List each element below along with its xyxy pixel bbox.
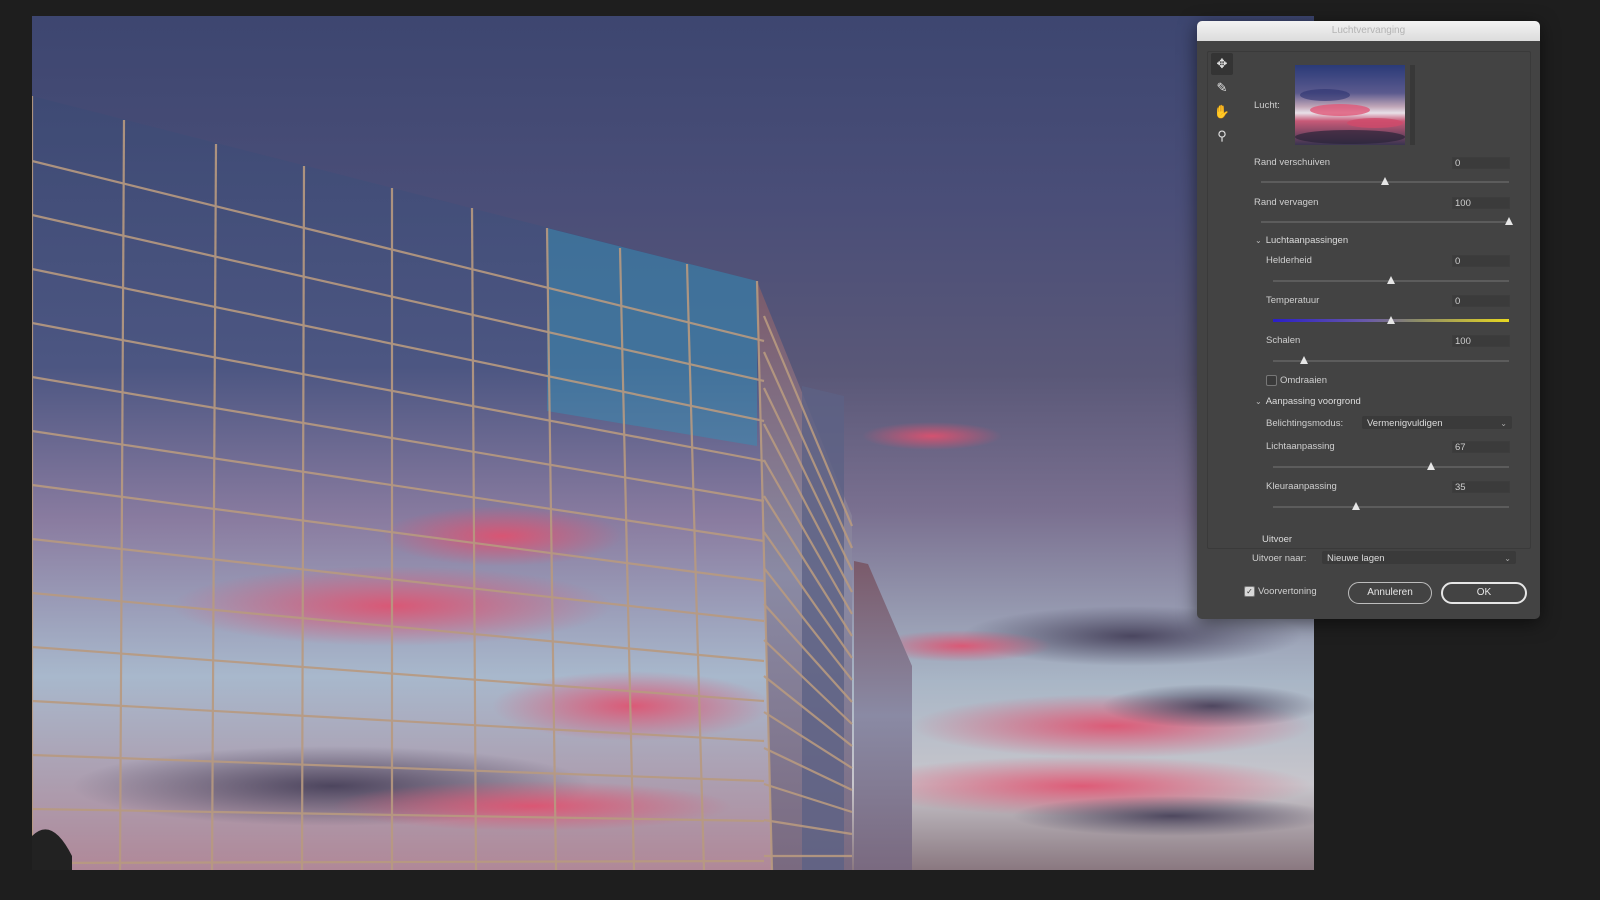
- brightness-value[interactable]: 0: [1452, 255, 1510, 267]
- lighting-label: Lichtaanpassing: [1266, 441, 1335, 452]
- preview-label: Voorvertoning: [1258, 586, 1317, 597]
- color-adjust-track[interactable]: [1273, 506, 1509, 508]
- sky-thumbnail-scrollbar[interactable]: [1410, 65, 1415, 145]
- foreground-section[interactable]: ⌄ Aanpassing voorgrond: [1255, 396, 1361, 407]
- color-adjust-thumb[interactable]: [1351, 502, 1360, 510]
- chevron-down-icon: ⌄: [1255, 236, 1262, 245]
- temperature-value[interactable]: 0: [1452, 295, 1510, 307]
- flip-checkbox[interactable]: [1266, 375, 1277, 386]
- color-adjust-value[interactable]: 35: [1452, 481, 1510, 493]
- fade-edge-track[interactable]: [1261, 221, 1509, 223]
- flip-label: Omdraaien: [1280, 375, 1327, 386]
- scale-track[interactable]: [1273, 360, 1509, 362]
- fade-edge-value[interactable]: 100: [1452, 197, 1510, 209]
- sky-photo: [32, 96, 1314, 870]
- cancel-button[interactable]: Annuleren: [1348, 582, 1432, 604]
- blend-mode-label: Belichtingsmodus:: [1266, 418, 1344, 429]
- foreground-heading: Aanpassing voorgrond: [1265, 396, 1361, 407]
- sky-thumbnail[interactable]: [1295, 65, 1405, 145]
- shift-edge-value[interactable]: 0: [1452, 157, 1510, 169]
- chevron-down-icon: ⌄: [1500, 419, 1507, 428]
- fade-edge-label: Rand vervagen: [1254, 197, 1319, 208]
- move-icon[interactable]: ✥: [1211, 53, 1233, 75]
- scale-thumb[interactable]: [1299, 356, 1308, 364]
- output-to-select[interactable]: Nieuwe lagen ⌄: [1322, 551, 1516, 564]
- ok-button[interactable]: OK: [1441, 582, 1527, 604]
- zoom-icon[interactable]: ⚲: [1211, 125, 1233, 147]
- output-heading: Uitvoer: [1262, 534, 1293, 545]
- brush-icon[interactable]: ✎: [1211, 77, 1233, 99]
- blend-mode-value: Vermenigvuldigen: [1367, 418, 1443, 429]
- image-canvas[interactable]: [32, 16, 1314, 870]
- hand-icon[interactable]: ✋: [1211, 101, 1233, 123]
- temperature-label: Temperatuur: [1266, 295, 1320, 306]
- brightness-label: Helderheid: [1266, 255, 1312, 266]
- color-adjust-label: Kleuraanpassing: [1266, 481, 1337, 492]
- sky-adjustments-section[interactable]: ⌄ Luchtaanpassingen: [1255, 235, 1348, 246]
- shift-edge-thumb[interactable]: [1381, 177, 1389, 185]
- fade-edge-thumb[interactable]: [1505, 217, 1513, 225]
- shift-edge-label: Rand verschuiven: [1254, 157, 1331, 168]
- sky-adjustments-heading: Luchtaanpassingen: [1265, 235, 1349, 246]
- lighting-value[interactable]: 67: [1452, 441, 1510, 453]
- tool-column: ✥ ✎ ✋ ⚲: [1211, 53, 1233, 149]
- chevron-down-icon: ⌄: [1504, 554, 1511, 563]
- dialog-title[interactable]: Luchtvervanging: [1197, 21, 1540, 41]
- scale-value[interactable]: 100: [1452, 335, 1510, 347]
- chevron-down-icon: ⌄: [1255, 397, 1262, 406]
- blend-mode-select[interactable]: Vermenigvuldigen ⌄: [1362, 416, 1512, 429]
- brightness-thumb[interactable]: [1387, 276, 1395, 284]
- output-to-value: Nieuwe lagen: [1327, 553, 1385, 564]
- output-to-label: Uitvoer naar:: [1252, 553, 1307, 564]
- sky-label: Lucht:: [1254, 100, 1280, 111]
- scale-label: Schalen: [1266, 335, 1301, 346]
- lighting-thumb[interactable]: [1427, 462, 1436, 470]
- temperature-thumb[interactable]: [1387, 316, 1395, 324]
- preview-checkbox[interactable]: ✓: [1244, 586, 1255, 597]
- lighting-track[interactable]: [1273, 466, 1509, 468]
